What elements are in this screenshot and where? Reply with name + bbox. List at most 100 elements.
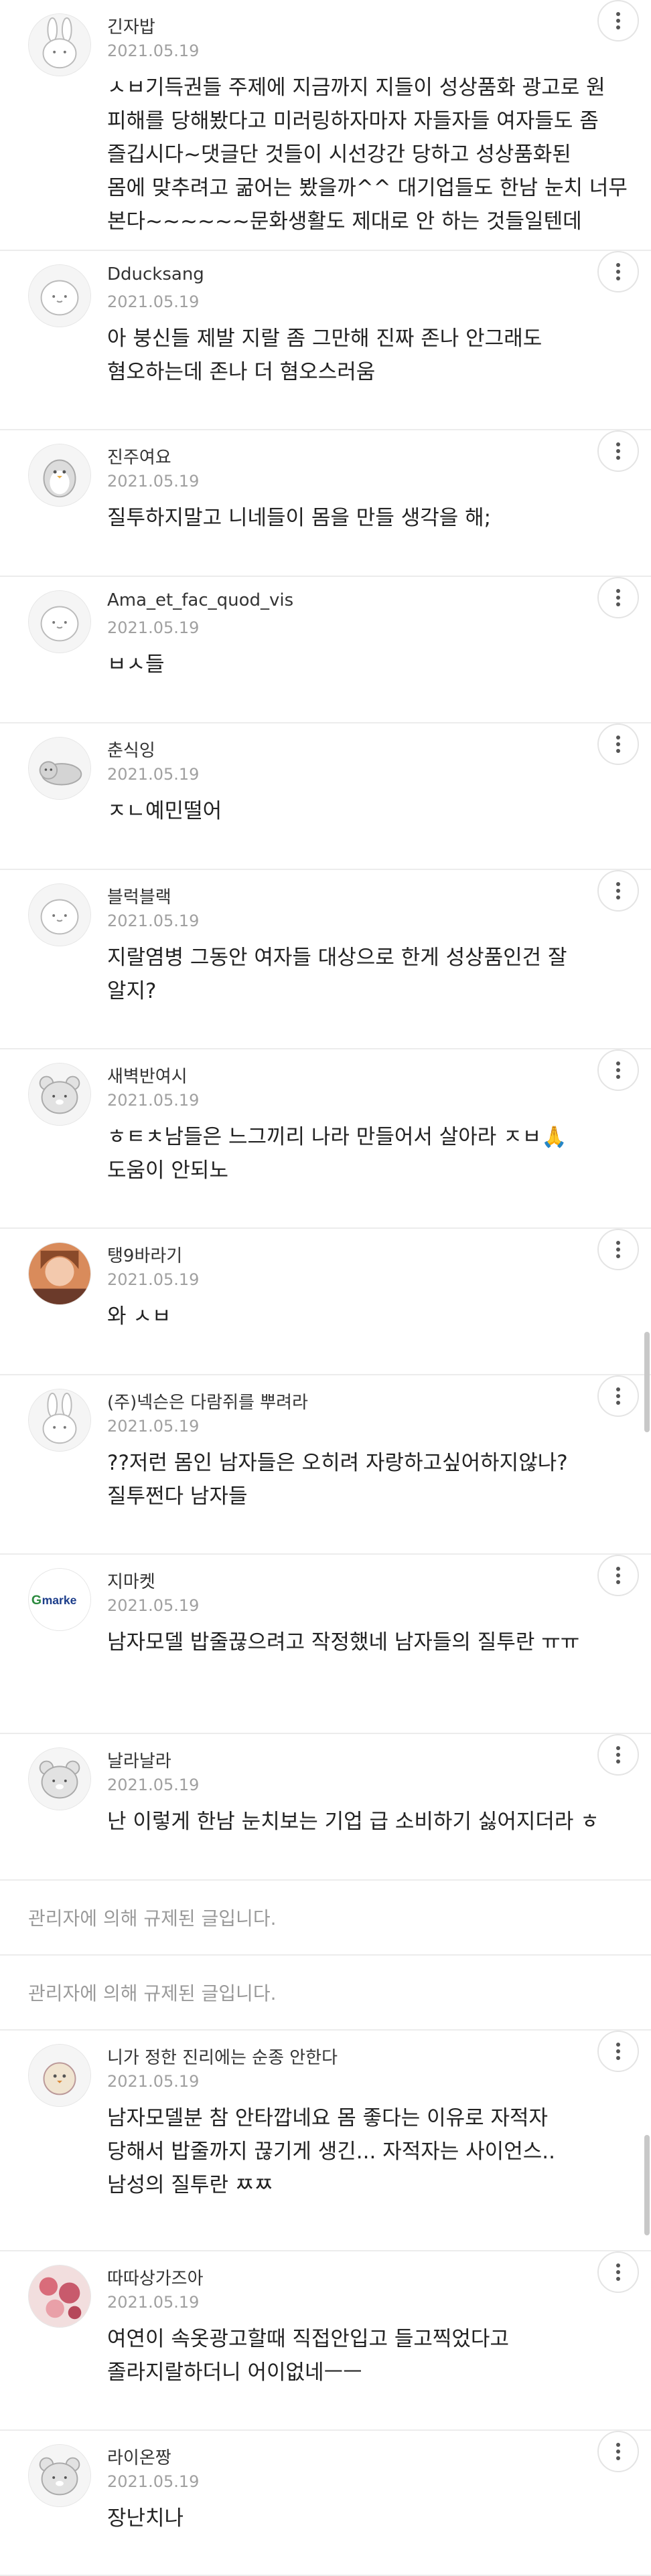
- comment-text: 난 이렇게 한남 눈치보는 기업 급 소비하기 싫어지더라 ㅎ: [107, 1805, 599, 1838]
- blob-avatar[interactable]: [28, 883, 91, 946]
- comment-username[interactable]: 긴자밥: [107, 13, 155, 38]
- kebab-icon: [616, 1745, 620, 1765]
- comment-text-line: 질투하지말고 니네들이 몸을 만들 생각을 해;: [107, 506, 492, 530]
- comment-text-line: 당해서 밥줄까지 끊기게 생긴... 자적자는 사이언스..: [107, 2140, 555, 2164]
- comment-item: (주)넥슨은 다람쥐를 뿌려라 2021.05.19 ??저런 몸인 남자들은 오히…: [0, 1375, 651, 1555]
- kebab-icon: [616, 2441, 620, 2462]
- removed-comment-text: 관리자에 의해 규제된 글입니다.: [28, 1907, 277, 1929]
- comment-date: 2021.05.19: [107, 1270, 200, 1289]
- comment-username[interactable]: 지마켓: [107, 1568, 155, 1593]
- comment-text-line: ㅂㅅ들: [107, 653, 165, 677]
- rabbit-avatar[interactable]: [28, 13, 91, 76]
- chick-avatar[interactable]: [28, 2044, 91, 2107]
- comment-username[interactable]: 탱9바라기: [107, 1242, 182, 1267]
- comment-item: 라이온짱 2021.05.19 장난치나: [0, 2431, 651, 2576]
- comment-text-line: 남자모델 밥줄끊으려고 작정했네 남자들의 질투란 ㅠㅠ: [107, 1630, 580, 1654]
- comment-item: Ama_et_fac_quod_vis 2021.05.19 ㅂㅅ들: [0, 577, 651, 723]
- more-options-button[interactable]: [597, 0, 639, 41]
- comment-text-line: 남성의 질투란 ㅉㅉ: [107, 2173, 273, 2197]
- more-options-button[interactable]: [597, 2031, 639, 2072]
- comment-username[interactable]: Ama_et_fac_quod_vis: [107, 590, 293, 610]
- comment-text-line: 남자모델분 참 안타깝네요 몸 좋다는 이유로 자적자: [107, 2106, 549, 2130]
- comment-item: 긴자밥 2021.05.19 ㅅㅂ기득권들 주제에 지금까지 지들이 성상품화 광고…: [0, 0, 651, 251]
- comment-date: 2021.05.19: [107, 1091, 200, 1110]
- more-options-button[interactable]: [597, 723, 639, 765]
- scrollbar-thumb-lower[interactable]: [644, 2135, 650, 2235]
- comment-text-line: 난 이렇게 한남 눈치보는 기업 급 소비하기 싫어지더라 ㅎ: [107, 1810, 599, 1834]
- comment-text: ??저런 몸인 남자들은 오히려 자랑하고싶어하지않나? 질투쩐다 남자들: [107, 1446, 589, 1513]
- comment-username[interactable]: 춘식잉: [107, 737, 155, 762]
- kebab-icon: [616, 441, 620, 461]
- comment-item: 니가 정한 진리에는 순종 안한다 2021.05.19 남자모델분 참 안타깝네요…: [0, 2031, 651, 2251]
- rabbit-avatar[interactable]: [28, 1389, 91, 1452]
- comment-text: 지랄염병 그동안 여자들 대상으로 한게 성상품인건 잘 알지?: [107, 941, 589, 1008]
- more-options-button[interactable]: [597, 870, 639, 912]
- comment-list: 긴자밥 2021.05.19 ㅅㅂ기득권들 주제에 지금까지 지들이 성상품화 광고…: [0, 0, 651, 2576]
- kebab-icon: [616, 262, 620, 282]
- comment-username[interactable]: 라이온짱: [107, 2444, 171, 2469]
- comment-text-line: 장난치나: [107, 2506, 184, 2530]
- blob-avatar[interactable]: [28, 264, 91, 327]
- comment-text: 남자모델분 참 안타깝네요 몸 좋다는 이유로 자적자당해서 밥줄까지 끊기게 …: [107, 2101, 589, 2202]
- more-options-button[interactable]: [597, 2251, 639, 2293]
- comment-item: Dducksang 2021.05.19 아 붕신들 제발 지랄 좀 그만해 진짜 …: [0, 251, 651, 430]
- comment-username[interactable]: (주)넥슨은 다람쥐를 뿌려라: [107, 1389, 308, 1413]
- bear-avatar[interactable]: [28, 1063, 91, 1126]
- comment-username[interactable]: 진주여요: [107, 444, 171, 468]
- comment-date: 2021.05.19: [107, 1596, 200, 1615]
- comment-text-line: 몸에 맞추려고 굶어는 봤을까^^ 대기업들도 한남 눈치 너무: [107, 176, 628, 200]
- cat-avatar[interactable]: [28, 737, 91, 800]
- comment-text-line: 도움이 안되노: [107, 1158, 228, 1183]
- removed-comment: 관리자에 의해 규제된 글입니다.: [0, 1956, 651, 2031]
- photo2-avatar[interactable]: [28, 2265, 91, 2328]
- more-options-button[interactable]: [597, 430, 639, 472]
- more-options-button[interactable]: [597, 1734, 639, 1776]
- comment-date: 2021.05.19: [107, 2072, 200, 2091]
- more-options-button[interactable]: [597, 1049, 639, 1091]
- removed-comment: 관리자에 의해 규제된 글입니다.: [0, 1881, 651, 1956]
- kebab-icon: [616, 2262, 620, 2282]
- comment-date: 2021.05.19: [107, 912, 200, 930]
- more-options-button[interactable]: [597, 1229, 639, 1270]
- svg-text:marke: marke: [42, 1594, 77, 1607]
- gmarket-avatar[interactable]: Gmarke: [28, 1568, 91, 1631]
- comment-text-line: 즐깁시다~댓글단 것들이 시선강간 당하고 성상품화된: [107, 143, 571, 167]
- comment-text-line: 본다~~~~~~문화생활도 제대로 안 하는 것들일텐데: [107, 209, 582, 234]
- comment-date: 2021.05.19: [107, 41, 200, 60]
- kebab-icon: [616, 1060, 620, 1080]
- comment-item: 날라날라 2021.05.19 난 이렇게 한남 눈치보는 기업 급 소비하기 싫어…: [0, 1734, 651, 1881]
- comment-text: ㅂㅅ들: [107, 648, 589, 681]
- comment-text-line: 졸라지랄하더니 어이없네ㅡㅡ: [107, 2360, 362, 2385]
- more-options-button[interactable]: [597, 1375, 639, 1417]
- kebab-icon: [616, 11, 620, 31]
- kebab-icon: [616, 881, 620, 901]
- comment-item: 블럭블랙 2021.05.19 지랄염병 그동안 여자들 대상으로 한게 성상품인건…: [0, 870, 651, 1049]
- comment-username[interactable]: Dducksang: [107, 264, 204, 284]
- more-options-button[interactable]: [597, 577, 639, 618]
- scrollbar-thumb[interactable]: [644, 1332, 650, 1432]
- comment-item: 따따상가즈아 2021.05.19 여연이 속옷광고할때 직접안입고 들고찍었다고 졸…: [0, 2251, 651, 2431]
- comment-text: ㅈㄴ예민떨어: [107, 794, 589, 828]
- comment-username[interactable]: 따따상가즈아: [107, 2265, 204, 2290]
- penguin-avatar[interactable]: [28, 444, 91, 507]
- kebab-icon: [616, 1239, 620, 1260]
- bear-avatar[interactable]: [28, 1747, 91, 1810]
- comment-text-line: ??저런 몸인 남자들은 오히려 자랑하고싶어하지않나?: [107, 1451, 568, 1475]
- comment-date: 2021.05.19: [107, 765, 200, 784]
- comment-text: 질투하지말고 니네들이 몸을 만들 생각을 해;: [107, 501, 589, 535]
- comment-text-line: ㅅㅂ기득권들 주제에 지금까지 지들이 성상품화 광고로 원: [107, 76, 605, 100]
- kebab-icon: [616, 1565, 620, 1585]
- blob-avatar[interactable]: [28, 590, 91, 653]
- comment-username[interactable]: 블럭블랙: [107, 883, 171, 908]
- comment-date: 2021.05.19: [107, 1776, 200, 1794]
- photo-avatar[interactable]: [28, 1242, 91, 1305]
- comment-username[interactable]: 새벽반여시: [107, 1063, 188, 1088]
- kebab-icon: [616, 1386, 620, 1406]
- bear-avatar[interactable]: [28, 2444, 91, 2507]
- comment-text-line: 혐오하는데 존나 더 혐오스러움: [107, 360, 376, 384]
- comment-username[interactable]: 니가 정한 진리에는 순종 안한다: [107, 2044, 338, 2069]
- comment-username[interactable]: 날라날라: [107, 1747, 171, 1772]
- more-options-button[interactable]: [597, 1555, 639, 1596]
- more-options-button[interactable]: [597, 2431, 639, 2472]
- more-options-button[interactable]: [597, 251, 639, 292]
